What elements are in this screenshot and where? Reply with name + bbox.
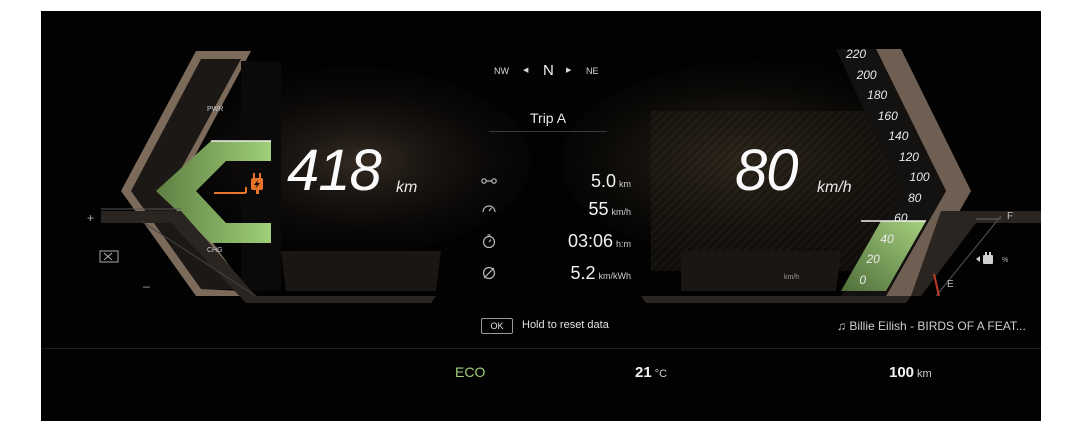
outside-temp-value: 21 — [635, 364, 652, 381]
compass-heading: N — [543, 62, 554, 79]
power-minus-sign: – — [143, 279, 150, 293]
trip-title-divider — [489, 131, 607, 132]
drive-mode: ECO — [455, 364, 486, 380]
speed-tick-0: 0 — [859, 273, 866, 287]
odometer-value: 100 — [889, 364, 915, 381]
trip-row-consumption: 5.2 km/kWh — [481, 263, 631, 287]
compass-left: NW — [494, 66, 509, 76]
speed-tick-60: 60 — [894, 211, 908, 226]
speed-unit: km/h — [817, 179, 852, 196]
average-icon — [482, 266, 496, 280]
speed-tick-20: 20 — [866, 252, 880, 267]
speed-tick-120: 120 — [898, 149, 919, 164]
charge-label: CHG — [207, 247, 223, 254]
distance-icon — [481, 178, 497, 184]
speed-value: 80 — [735, 138, 799, 203]
trip-title: Trip A — [530, 110, 567, 126]
ev-battery-icon — [976, 252, 993, 264]
trip-consumption-unit: km/kWh — [598, 271, 632, 281]
compass-right: NE — [586, 66, 599, 76]
battery-empty-label: E — [947, 279, 954, 290]
trip-row-distance: 5.0 km — [481, 171, 631, 195]
odometer: 100 km — [889, 364, 932, 381]
trip-time-unit: h:m — [615, 239, 631, 249]
outside-temp: 21 °C — [635, 364, 667, 381]
speed-scale-unit: km/h — [784, 274, 800, 281]
range-value: 418 — [287, 138, 382, 203]
trip-row-avg-speed: 55 km/h — [481, 199, 631, 223]
speed-tick-160: 160 — [877, 108, 898, 123]
battery-low-marker — [933, 273, 940, 297]
compass-right-arrow: ▶ — [566, 67, 572, 74]
trip-distance-value: 5.0 — [590, 171, 616, 191]
speed-tick-40: 40 — [880, 231, 894, 246]
trip-speed-value: 55 — [588, 199, 609, 219]
speedometer-icon — [482, 205, 496, 213]
range-unit: km — [396, 179, 418, 196]
speed-tick-220: 220 — [845, 47, 866, 61]
trip-speed-unit: km/h — [611, 207, 631, 217]
power-plus-sign: + — [87, 211, 95, 225]
outside-temp-unit: °C — [654, 368, 668, 380]
stopwatch-icon — [482, 234, 496, 249]
speed-tick-80: 80 — [907, 190, 922, 205]
speed-tick-180: 180 — [867, 88, 888, 103]
compass-left-arrow: ◀ — [523, 67, 529, 74]
media-now-playing: ♫ Billie Eilish - BIRDS OF A FEAT... — [837, 319, 1026, 333]
battery-percent-unit: % — [1002, 257, 1009, 264]
odometer-unit: km — [917, 368, 932, 380]
ok-button[interactable]: OK — [481, 318, 513, 334]
instrument-cluster: PWR CHG + – 418 km NW ◀ N ▶ NE Trip A 5.… — [41, 11, 1041, 421]
trip-distance-unit: km — [619, 179, 631, 189]
power-label: PWR — [207, 106, 224, 113]
battery-full-label: F — [1007, 211, 1014, 222]
trip-consumption-value: 5.2 — [570, 263, 596, 283]
speed-tick-140: 140 — [888, 129, 909, 144]
status-bar-divider — [41, 348, 1041, 349]
battery-12v-icon — [99, 250, 119, 263]
speed-tick-100: 100 — [909, 170, 930, 185]
trip-row-time: 03:06 h:m — [481, 231, 631, 255]
music-note-icon: ♫ — [837, 319, 846, 333]
reset-hint: Hold to reset data — [522, 319, 609, 331]
speed-tick-200: 200 — [856, 67, 877, 82]
trip-time-value: 03:06 — [567, 231, 613, 251]
charging-plug-icon — [237, 173, 263, 194]
media-track-title: Billie Eilish - BIRDS OF A FEAT... — [849, 319, 1026, 333]
